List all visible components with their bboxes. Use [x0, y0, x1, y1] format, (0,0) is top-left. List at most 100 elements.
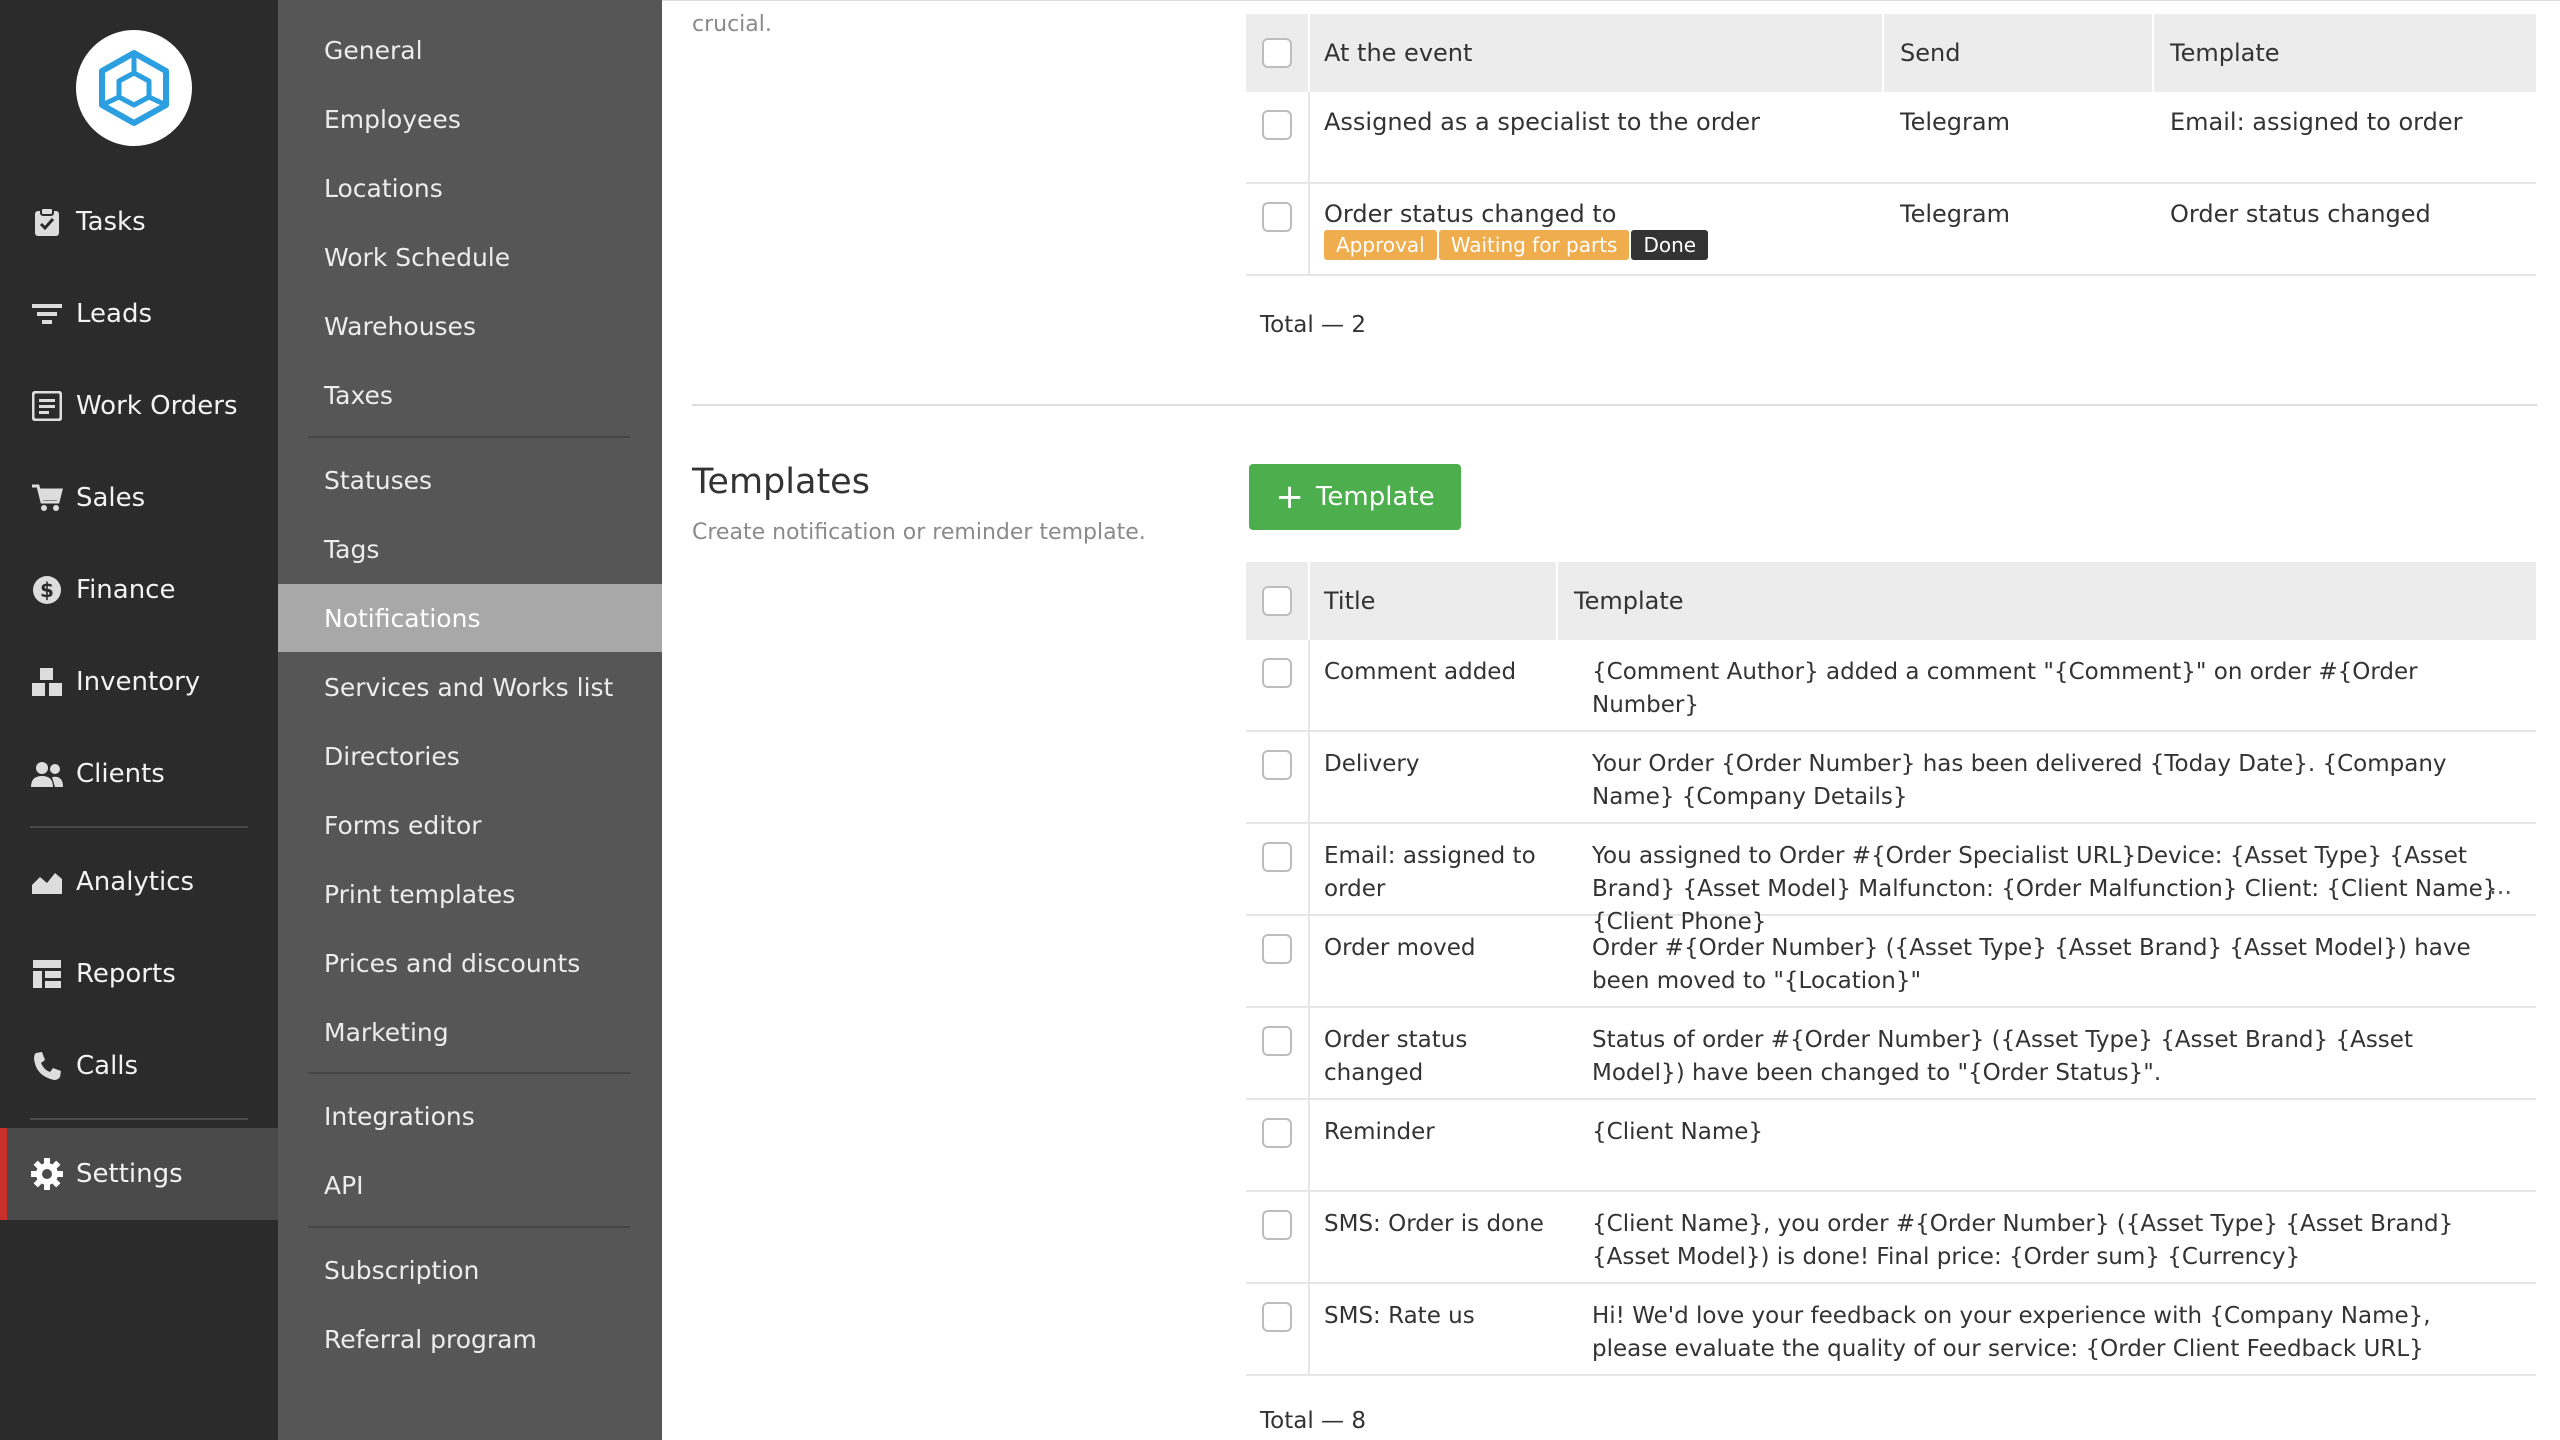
- truncation-ellipsis: ...: [2489, 872, 2512, 900]
- plus-icon: +: [1275, 477, 1304, 517]
- nav-label: Tasks: [76, 207, 146, 237]
- column-header-title: Title: [1324, 587, 1376, 615]
- nav-item-settings[interactable]: Settings: [0, 1128, 278, 1220]
- settings-item-marketing[interactable]: Marketing: [278, 998, 662, 1066]
- row-checkbox[interactable]: [1262, 1118, 1292, 1148]
- nav-label: Clients: [76, 759, 165, 789]
- row-checkbox[interactable]: [1262, 202, 1292, 232]
- column-header-send: Send: [1900, 39, 1961, 67]
- nav-item-leads[interactable]: Leads: [0, 268, 278, 360]
- settings-item-notifications[interactable]: Notifications: [278, 584, 662, 652]
- nav-label: Settings: [76, 1159, 183, 1189]
- settings-item-api[interactable]: API: [278, 1151, 662, 1219]
- filter-icon: [24, 291, 70, 337]
- nav-label: Leads: [76, 299, 153, 329]
- template-title-link[interactable]: Order status changed: [1324, 1024, 1544, 1090]
- table-row[interactable]: Assigned as a specialist to the order Te…: [1246, 92, 2536, 184]
- app-logo[interactable]: [76, 30, 192, 146]
- add-template-label: Template: [1315, 482, 1435, 512]
- nav-item-inventory[interactable]: Inventory: [0, 636, 278, 728]
- row-checkbox[interactable]: [1262, 1026, 1292, 1056]
- nav-label: Reports: [76, 959, 176, 989]
- column-header-event: At the event: [1324, 39, 1473, 67]
- table-row[interactable]: Email: assigned to order You assigned to…: [1246, 824, 2536, 935]
- table-row[interactable]: Reminder {Client Name}: [1246, 1100, 2536, 1192]
- table-row[interactable]: Order status changed to Approval Waiting …: [1246, 184, 2536, 276]
- nav-item-analytics[interactable]: Analytics: [0, 836, 278, 928]
- settings-item-print-templates[interactable]: Print templates: [278, 860, 662, 928]
- nav-item-tasks[interactable]: Tasks: [0, 176, 278, 268]
- row-checkbox[interactable]: [1262, 110, 1292, 140]
- nav-item-finance[interactable]: $ Finance: [0, 544, 278, 636]
- settings-divider: [308, 1072, 630, 1074]
- nav-item-sales[interactable]: Sales: [0, 452, 278, 544]
- settings-item-employees[interactable]: Employees: [278, 85, 662, 153]
- row-checkbox[interactable]: [1262, 750, 1292, 780]
- template-title-link[interactable]: Delivery: [1324, 748, 1544, 781]
- table-row[interactable]: SMS: Order is done {Client Name}, you or…: [1246, 1192, 2536, 1284]
- send-cell: Telegram: [1900, 200, 2010, 228]
- nav-item-reports[interactable]: Reports: [0, 928, 278, 1020]
- work-orders-icon: [24, 383, 70, 429]
- template-text: Status of order #{Order Number} ({Asset …: [1592, 1027, 2413, 1086]
- nav-label: Work Orders: [76, 391, 238, 421]
- settings-item-warehouses[interactable]: Warehouses: [278, 292, 662, 360]
- table-row[interactable]: Delivery Your Order {Order Number} has b…: [1246, 732, 2536, 824]
- section-description-tail: crucial.: [692, 12, 772, 37]
- templates-total: Total — 8: [1260, 1408, 1366, 1434]
- nav-item-work-orders[interactable]: Work Orders: [0, 360, 278, 452]
- templates-title: Templates: [692, 462, 870, 502]
- table-header-row: Title Template: [1246, 562, 2536, 640]
- template-text: {Comment Author} added a comment "{Comme…: [1592, 659, 2418, 718]
- nav-label: Calls: [76, 1051, 139, 1081]
- settings-divider: [308, 436, 630, 438]
- nav-item-clients[interactable]: Clients: [0, 728, 278, 820]
- settings-item-work-schedule[interactable]: Work Schedule: [278, 223, 662, 291]
- nav-label: Inventory: [76, 667, 201, 697]
- row-checkbox[interactable]: [1262, 658, 1292, 688]
- row-checkbox[interactable]: [1262, 1210, 1292, 1240]
- settings-item-directories[interactable]: Directories: [278, 722, 662, 790]
- template-title-link[interactable]: Email: assigned to order: [1324, 840, 1544, 906]
- status-tag-waiting-for-parts: Waiting for parts: [1438, 230, 1630, 260]
- settings-item-services[interactable]: Services and Works list: [278, 653, 662, 721]
- main-sidebar: Tasks Leads Work Orders Sales $ Finance …: [0, 0, 278, 1440]
- select-all-checkbox[interactable]: [1262, 38, 1292, 68]
- notifications-table: At the event Send Template Assigned as a…: [1246, 14, 2536, 276]
- people-icon: [24, 751, 70, 797]
- nav-divider: [30, 1118, 248, 1120]
- settings-item-statuses[interactable]: Statuses: [278, 446, 662, 514]
- table-row[interactable]: Comment added {Comment Author} added a c…: [1246, 640, 2536, 732]
- row-checkbox[interactable]: [1262, 934, 1292, 964]
- status-tag-done: Done: [1631, 230, 1709, 260]
- settings-item-locations[interactable]: Locations: [278, 154, 662, 222]
- template-title-link[interactable]: Order moved: [1324, 932, 1544, 965]
- settings-item-taxes[interactable]: Taxes: [278, 361, 662, 429]
- settings-item-integrations[interactable]: Integrations: [278, 1082, 662, 1150]
- cart-icon: [24, 475, 70, 521]
- settings-item-forms-editor[interactable]: Forms editor: [278, 791, 662, 859]
- settings-divider: [308, 1226, 630, 1228]
- template-title-link[interactable]: SMS: Order is done: [1324, 1208, 1544, 1241]
- template-title-link[interactable]: SMS: Rate us: [1324, 1300, 1544, 1333]
- template-title-link[interactable]: Reminder: [1324, 1116, 1544, 1149]
- add-template-button[interactable]: + Template: [1249, 464, 1461, 530]
- nav-label: Finance: [76, 575, 176, 605]
- settings-item-subscription[interactable]: Subscription: [278, 1236, 662, 1304]
- select-all-checkbox[interactable]: [1262, 586, 1292, 616]
- settings-item-referral[interactable]: Referral program: [278, 1305, 662, 1373]
- settings-item-general[interactable]: General: [278, 16, 662, 84]
- template-title-link[interactable]: Comment added: [1324, 656, 1544, 689]
- table-row[interactable]: SMS: Rate us Hi! We'd love your feedback…: [1246, 1284, 2536, 1376]
- row-checkbox[interactable]: [1262, 1302, 1292, 1332]
- settings-item-prices[interactable]: Prices and discounts: [278, 929, 662, 997]
- nav-item-calls[interactable]: Calls: [0, 1020, 278, 1112]
- nav-divider: [30, 826, 248, 828]
- table-row[interactable]: Order status changed Status of order #{O…: [1246, 1008, 2536, 1100]
- row-checkbox[interactable]: [1262, 842, 1292, 872]
- cube-logo-icon: [99, 50, 169, 126]
- settings-item-tags[interactable]: Tags: [278, 515, 662, 583]
- column-header-template: Template: [2170, 39, 2280, 67]
- templates-subtitle: Create notification or reminder template…: [692, 520, 1146, 545]
- table-row[interactable]: Order moved Order #{Order Number} ({Asse…: [1246, 916, 2536, 1008]
